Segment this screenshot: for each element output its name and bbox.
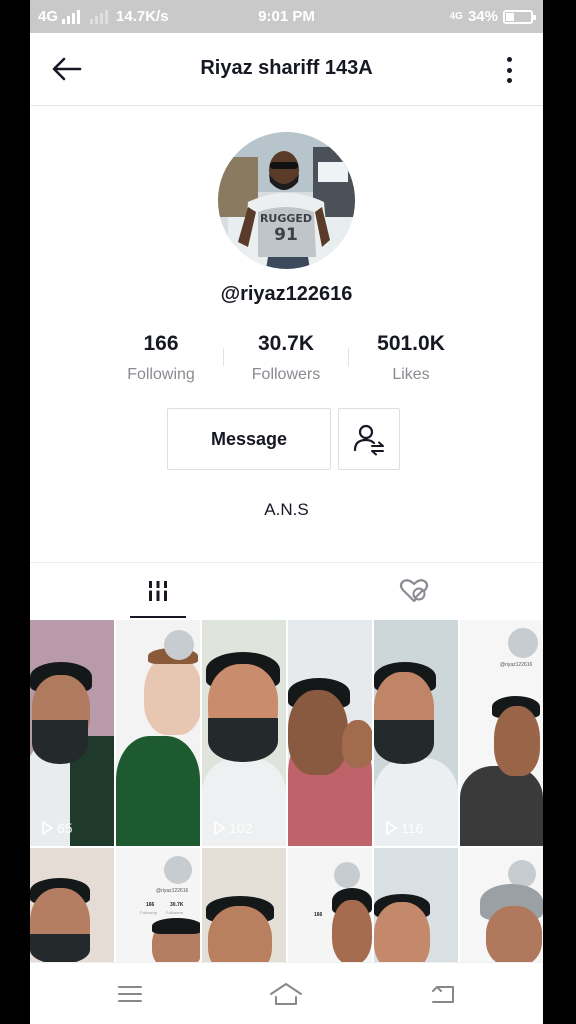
mini-following: 166: [146, 902, 155, 908]
home-icon: [270, 983, 302, 1005]
nav-menu-button[interactable]: [110, 979, 150, 1009]
active-tab-indicator: [130, 616, 186, 618]
profile-tabs: [30, 562, 543, 618]
menu-icon: [118, 986, 142, 1002]
status-right: 4G 34%: [449, 8, 536, 25]
view-count-label: 102: [229, 820, 253, 836]
mini-followers: 30.7K: [170, 902, 184, 908]
thumbnail-photo: [486, 906, 542, 962]
tab-videos[interactable]: [30, 563, 286, 619]
page-title: Riyaz shariff 143A: [200, 57, 373, 79]
play-icon: [386, 821, 398, 835]
video-thumbnail[interactable]: 116: [374, 620, 458, 846]
video-thumbnail[interactable]: @riyaz122616: [460, 620, 543, 846]
more-options-button[interactable]: [499, 55, 519, 85]
message-button[interactable]: Message: [167, 408, 331, 470]
thumbnail-photo: [332, 900, 372, 962]
view-count: 102: [212, 820, 252, 836]
view-count-label: 65: [57, 820, 73, 836]
avatar[interactable]: RUGGED 91: [218, 132, 355, 269]
thumbnail-photo: [144, 655, 200, 735]
avatar-photo: RUGGED 91: [218, 132, 355, 269]
add-friend-button[interactable]: [338, 408, 400, 470]
play-icon: [214, 821, 226, 835]
video-thumbnail[interactable]: [288, 620, 372, 846]
view-count-label: 116: [401, 820, 424, 836]
profile-header: Riyaz shariff 143A: [30, 33, 543, 106]
status-bar: 4G 14.7K/s 9:01 PM 4G 34%: [30, 0, 543, 33]
view-count: 65: [40, 820, 73, 836]
video-thumbnail[interactable]: 102: [202, 620, 286, 846]
dot: [506, 78, 512, 83]
stat-followers[interactable]: 30.7K Followers: [221, 332, 351, 384]
stat-likes[interactable]: 501.0K Likes: [346, 332, 476, 384]
likes-label: Likes: [392, 366, 430, 383]
thumbnail-photo: [288, 690, 348, 775]
network-type-right: 4G: [449, 11, 463, 22]
mini-handle: @riyaz122616: [500, 662, 533, 668]
mini-handle: @riyaz122616: [156, 888, 189, 894]
back-icon: [432, 986, 454, 1003]
videos-grid-icon: [148, 581, 168, 601]
mini-followers-label: Followers: [166, 910, 184, 915]
battery-icon: [503, 9, 536, 24]
tab-liked[interactable]: [286, 563, 542, 619]
svg-text:RUGGED: RUGGED: [260, 212, 312, 225]
mini-avatar: [164, 856, 192, 884]
followers-label: Followers: [251, 366, 321, 383]
profile-bio: A.N.S: [264, 500, 309, 519]
thumbnail-photo: [374, 720, 434, 764]
video-grid: 65 102 116 @riyaz122616 @riyaz122616 166…: [30, 620, 543, 962]
dot: [506, 57, 512, 62]
thumbnail-photo: [208, 718, 278, 762]
followers-count: 30.7K: [257, 332, 315, 355]
add-friend-icon: [353, 424, 384, 456]
video-thumbnail[interactable]: [374, 848, 458, 962]
video-thumbnail[interactable]: [116, 620, 200, 846]
thumbnail-photo: [374, 902, 430, 962]
mini-following: 166: [314, 912, 323, 918]
phone-screen: 4G 14.7K/s 9:01 PM 4G 34% Riyaz shariff …: [30, 0, 543, 1024]
video-thumbnail[interactable]: [202, 848, 286, 962]
following-label: Following: [127, 366, 195, 383]
video-thumbnail[interactable]: [460, 848, 543, 962]
video-thumbnail[interactable]: @riyaz122616 166 30.7K Following Followe…: [116, 848, 200, 962]
stat-following[interactable]: 166 Following: [96, 332, 226, 384]
liked-hidden-icon: [399, 579, 429, 603]
battery-fill: [506, 12, 514, 21]
username-handle: @riyaz122616: [220, 283, 353, 305]
mini-avatar: [334, 862, 360, 888]
thumbnail-photo: [116, 736, 200, 846]
likes-count: 501.0K: [377, 332, 445, 355]
dot: [506, 67, 512, 73]
svg-text:91: 91: [274, 225, 298, 245]
thumbnail-photo: [494, 706, 540, 776]
following-count: 166: [143, 332, 179, 355]
nav-home-button[interactable]: [266, 979, 306, 1009]
thumbnail-photo: [342, 720, 372, 768]
thumbnail-photo: [32, 720, 88, 764]
mini-avatar: [164, 630, 194, 660]
video-thumbnail[interactable]: 65: [30, 620, 114, 846]
mini-following-label: Following: [140, 910, 157, 915]
video-thumbnail[interactable]: 166: [288, 848, 372, 962]
thumbnail-photo: [30, 934, 90, 962]
play-icon: [42, 821, 54, 835]
mini-avatar: [508, 628, 538, 658]
view-count: 116: [384, 820, 423, 836]
thumbnail-photo: [208, 906, 272, 962]
thumbnail-photo: [460, 766, 543, 846]
thumbnail-photo: [152, 918, 200, 934]
battery-percent: 34%: [467, 8, 498, 25]
video-thumbnail[interactable]: [30, 848, 114, 962]
system-nav-bar: [30, 962, 543, 1024]
nav-back-button[interactable]: [423, 979, 463, 1009]
